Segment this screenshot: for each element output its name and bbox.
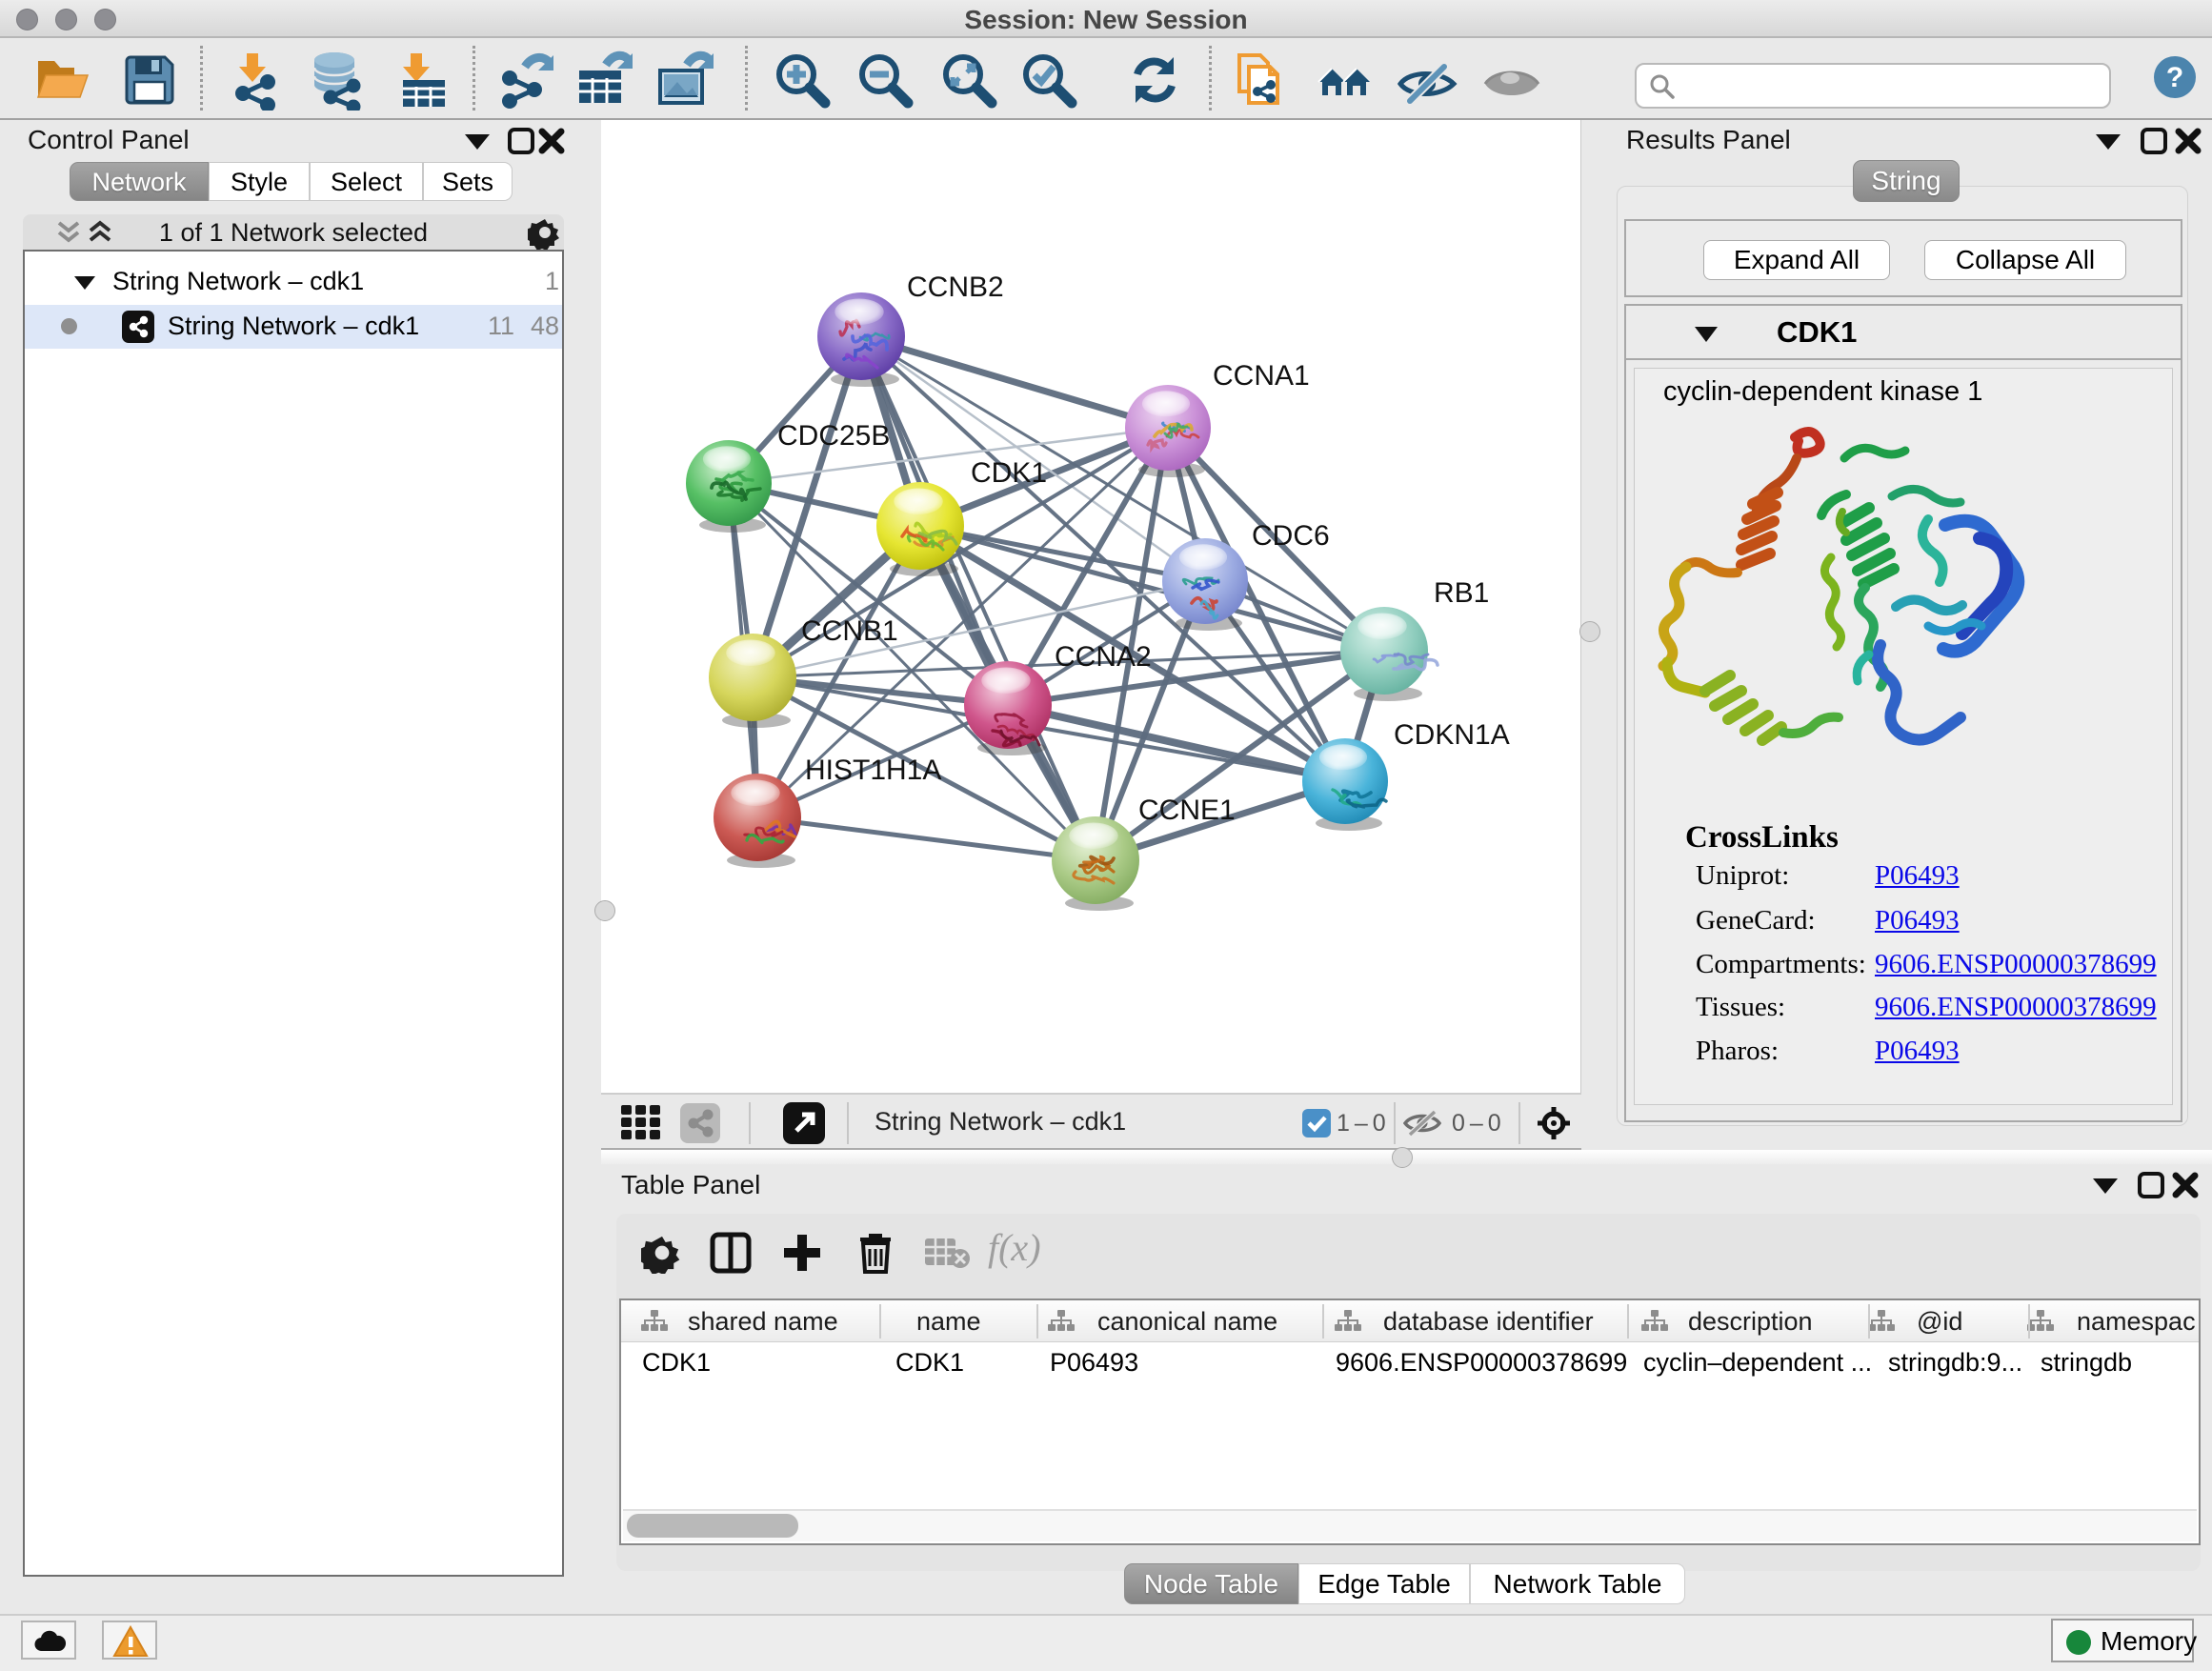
svg-text:CCNA2: CCNA2 bbox=[1055, 641, 1152, 673]
svg-text:HIST1H1A: HIST1H1A bbox=[805, 755, 941, 786]
svg-text:CCNB1: CCNB1 bbox=[801, 615, 898, 647]
svg-text:CDC25B: CDC25B bbox=[777, 420, 890, 452]
svg-text:CCNE1: CCNE1 bbox=[1138, 795, 1236, 826]
svg-text:CDKN1A: CDKN1A bbox=[1394, 719, 1510, 751]
svg-text:CDK1: CDK1 bbox=[971, 457, 1047, 489]
svg-text:?: ? bbox=[2166, 62, 2183, 93]
svg-text:CCNA1: CCNA1 bbox=[1213, 360, 1310, 392]
svg-text:RB1: RB1 bbox=[1434, 577, 1489, 609]
svg-text:CCNB2: CCNB2 bbox=[907, 272, 1004, 303]
svg-text:CDC6: CDC6 bbox=[1252, 520, 1330, 552]
